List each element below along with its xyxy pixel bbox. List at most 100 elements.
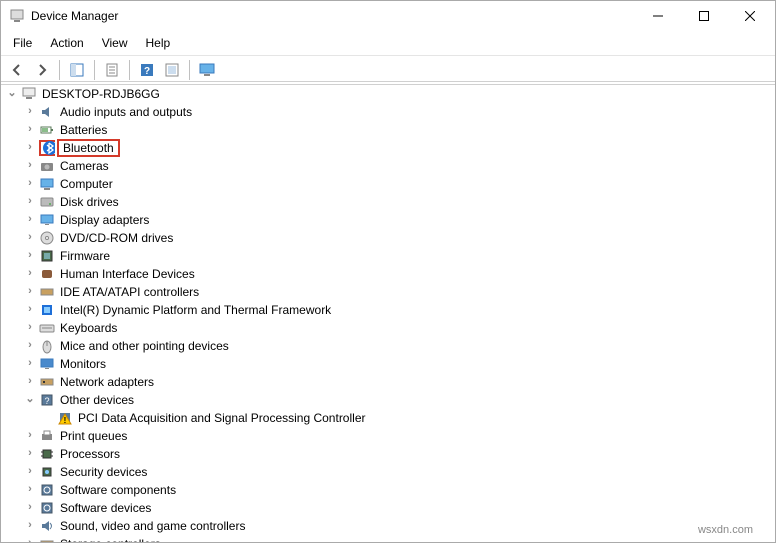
properties-button[interactable]: [100, 59, 124, 81]
expand-arrow-icon[interactable]: [23, 357, 37, 371]
tree-item-cat-19[interactable]: Security devices: [1, 463, 775, 481]
tree-item-label: Display adapters: [59, 213, 150, 227]
expand-arrow-icon[interactable]: [23, 123, 37, 137]
menubar: File Action View Help: [1, 31, 775, 56]
maximize-button[interactable]: [681, 1, 727, 31]
expand-arrow-icon[interactable]: [23, 249, 37, 263]
tree-container[interactable]: DESKTOP-RDJB6GGAudio inputs and outputs B…: [1, 81, 775, 542]
svg-text:!: !: [64, 416, 67, 425]
tree-item-cat-13[interactable]: Mice and other pointing devices: [1, 337, 775, 355]
warning-icon: !: [57, 410, 73, 426]
tree-item-label: Network adapters: [59, 375, 155, 389]
menu-help[interactable]: Help: [138, 33, 179, 53]
disk-icon: [39, 194, 55, 210]
expand-arrow-icon[interactable]: [23, 483, 37, 497]
expand-arrow-icon[interactable]: [5, 87, 19, 101]
tree-item-cat-5[interactable]: Disk drives: [1, 193, 775, 211]
close-button[interactable]: [727, 1, 773, 31]
computer-icon-button[interactable]: [195, 59, 219, 81]
menu-view[interactable]: View: [94, 33, 136, 53]
minimize-button[interactable]: [635, 1, 681, 31]
expand-arrow-icon[interactable]: [23, 339, 37, 353]
security-icon: [39, 464, 55, 480]
tree-item-cat-22[interactable]: Sound, video and game controllers: [1, 517, 775, 535]
tree-item-cat-7[interactable]: DVD/CD-ROM drives: [1, 229, 775, 247]
keyboard-icon: [39, 320, 55, 336]
expand-arrow-icon[interactable]: [23, 141, 37, 155]
tree-item-cat-4[interactable]: Computer: [1, 175, 775, 193]
sound-icon: [39, 518, 55, 534]
expand-arrow-icon[interactable]: [23, 501, 37, 515]
expand-arrow-icon[interactable]: [23, 465, 37, 479]
forward-button[interactable]: [30, 59, 54, 81]
tree-item-root[interactable]: DESKTOP-RDJB6GG: [1, 85, 775, 103]
expand-arrow-icon[interactable]: [23, 537, 37, 542]
tree-item-label: Storage controllers: [59, 537, 162, 542]
tree-item-label: Security devices: [59, 465, 148, 479]
expand-arrow-icon[interactable]: [23, 429, 37, 443]
menu-file[interactable]: File: [5, 33, 40, 53]
tree-item-label: Computer: [59, 177, 114, 191]
tree-item-cat-18[interactable]: Processors: [1, 445, 775, 463]
tree-item-cat-11[interactable]: Intel(R) Dynamic Platform and Thermal Fr…: [1, 301, 775, 319]
expand-arrow-icon[interactable]: [23, 519, 37, 533]
expand-arrow-icon[interactable]: [23, 285, 37, 299]
expand-arrow-icon[interactable]: [23, 447, 37, 461]
camera-icon: [39, 158, 55, 174]
expand-arrow-icon[interactable]: [23, 195, 37, 209]
tree-item-cat-12[interactable]: Keyboards: [1, 319, 775, 337]
help-button[interactable]: ?: [135, 59, 159, 81]
display-icon: [39, 212, 55, 228]
tree-item-label: Intel(R) Dynamic Platform and Thermal Fr…: [59, 303, 332, 317]
watermark: wsxdn.com: [698, 524, 753, 536]
expand-arrow-icon[interactable]: [23, 231, 37, 245]
tree-item-label: Sound, video and game controllers: [59, 519, 246, 533]
tree-item-label: Other devices: [59, 393, 135, 407]
tree-item-cat-16[interactable]: ? Other devices: [1, 391, 775, 409]
expand-arrow-icon[interactable]: [23, 375, 37, 389]
tree-item-cat-2[interactable]: Bluetooth: [1, 139, 775, 157]
tree-item-label: Processors: [59, 447, 121, 461]
tree-item-label: Batteries: [59, 123, 108, 137]
tree-item-cat-9[interactable]: Human Interface Devices: [1, 265, 775, 283]
toolbar-separator: [59, 60, 60, 80]
tree-item-label: Cameras: [59, 159, 110, 173]
tree-item-cat-1[interactable]: Batteries: [1, 121, 775, 139]
tree-item-label: Software devices: [59, 501, 152, 515]
dvd-icon: [39, 230, 55, 246]
tree-item-cat-0[interactable]: Audio inputs and outputs: [1, 103, 775, 121]
processor-icon: [39, 446, 55, 462]
tree-item-cat-3[interactable]: Cameras: [1, 157, 775, 175]
tree-item-cat-14[interactable]: Monitors: [1, 355, 775, 373]
back-button[interactable]: [5, 59, 29, 81]
expand-arrow-icon[interactable]: [23, 267, 37, 281]
bluetooth-icon: [39, 140, 55, 156]
expand-arrow-icon[interactable]: [23, 159, 37, 173]
expand-arrow-icon[interactable]: [23, 393, 37, 407]
expand-arrow-icon[interactable]: [23, 213, 37, 227]
expand-arrow-icon[interactable]: [23, 177, 37, 191]
other-icon: ?: [39, 392, 55, 408]
titlebar: Device Manager: [1, 1, 775, 31]
software-icon: [39, 482, 55, 498]
toolbar-separator: [129, 60, 130, 80]
tree-item-cat-15[interactable]: Network adapters: [1, 373, 775, 391]
scan-button[interactable]: [160, 59, 184, 81]
tree-item-cat-21[interactable]: Software devices: [1, 499, 775, 517]
pc-icon: [21, 86, 37, 102]
expand-arrow-icon[interactable]: [23, 105, 37, 119]
menu-action[interactable]: Action: [42, 33, 91, 53]
show-hide-button[interactable]: [65, 59, 89, 81]
tree-item-cat-17[interactable]: Print queues: [1, 427, 775, 445]
tree-item-cat-16-child-0[interactable]: !PCI Data Acquisition and Signal Process…: [1, 409, 775, 427]
tree-item-cat-6[interactable]: Display adapters: [1, 211, 775, 229]
expand-arrow-icon[interactable]: [23, 321, 37, 335]
tree-item-cat-8[interactable]: Firmware: [1, 247, 775, 265]
tree-item-cat-20[interactable]: Software components: [1, 481, 775, 499]
hid-icon: [39, 266, 55, 282]
tree-item-cat-10[interactable]: IDE ATA/ATAPI controllers: [1, 283, 775, 301]
tree-item-label: Human Interface Devices: [59, 267, 196, 281]
tree-item-cat-23[interactable]: Storage controllers: [1, 535, 775, 542]
tree-item-label: Bluetooth: [57, 139, 120, 157]
expand-arrow-icon[interactable]: [23, 303, 37, 317]
